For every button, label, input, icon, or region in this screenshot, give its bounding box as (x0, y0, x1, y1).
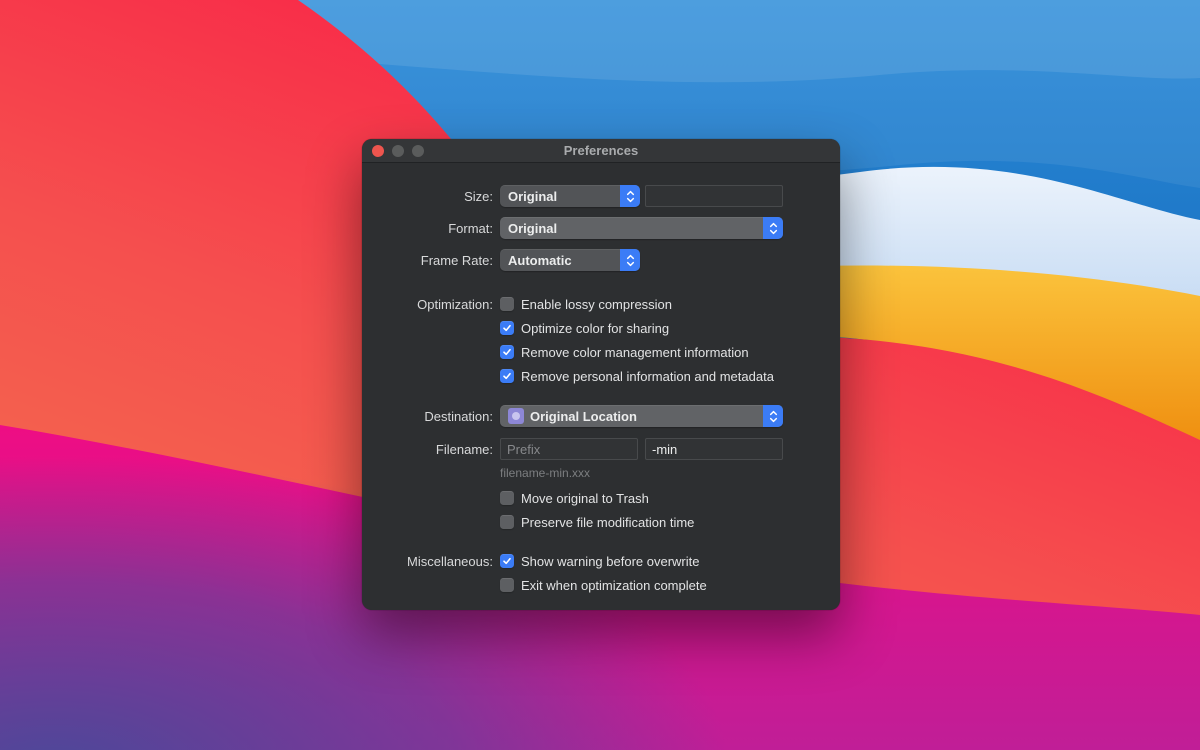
checkbox-label: Remove personal information and metadata (521, 369, 774, 384)
format-popup-value: Original (508, 221, 557, 236)
optimization-label: Optimization: (362, 297, 493, 312)
checkbox[interactable] (500, 345, 514, 359)
checkbox-remove-personal-info[interactable]: Remove personal information and metadata (362, 364, 840, 388)
size-value-field[interactable] (645, 185, 783, 207)
checkbox-preserve-modification-time[interactable]: Preserve file modification time (362, 510, 840, 534)
popup-arrows-icon (763, 217, 783, 239)
checkbox-label: Remove color management information (521, 345, 749, 360)
size-row: Size: Original (362, 185, 840, 207)
destination-popup-value: Original Location (530, 409, 637, 424)
checkbox-enable-lossy-compression[interactable]: Optimization: Enable lossy compression (362, 292, 840, 316)
checkbox-exit-when-complete[interactable]: Exit when optimization complete (362, 573, 840, 597)
checkbox-show-warning-before-overwrite[interactable]: Miscellaneous: Show warning before overw… (362, 549, 840, 573)
close-button[interactable] (372, 145, 384, 157)
checkbox[interactable] (500, 297, 514, 311)
filename-example-text: filename-min.xxx (500, 466, 590, 480)
preferences-window: Preferences Size: Original Format: Origi… (362, 139, 840, 610)
checkbox-label: Move original to Trash (521, 491, 649, 506)
popup-arrows-icon (763, 405, 783, 427)
miscellaneous-label: Miscellaneous: (362, 554, 493, 569)
filename-suffix-field[interactable] (645, 438, 783, 460)
size-label: Size: (362, 189, 493, 204)
checkbox-label: Exit when optimization complete (521, 578, 707, 593)
checkbox-remove-color-management[interactable]: Remove color management information (362, 340, 840, 364)
minimize-button[interactable] (392, 145, 404, 157)
format-popup[interactable]: Original (500, 217, 783, 239)
filename-prefix-field[interactable] (500, 438, 638, 460)
filename-label: Filename: (362, 442, 493, 457)
popup-arrows-icon (620, 185, 640, 207)
destination-label: Destination: (362, 409, 493, 424)
destination-row: Destination: Original Location (362, 405, 840, 427)
checkbox[interactable] (500, 578, 514, 592)
checkbox-label: Optimize color for sharing (521, 321, 669, 336)
size-popup[interactable]: Original (500, 185, 640, 207)
frame-rate-popup-value: Automatic (508, 253, 572, 268)
checkbox[interactable] (500, 369, 514, 383)
destination-popup[interactable]: Original Location (500, 405, 783, 427)
checkbox[interactable] (500, 554, 514, 568)
original-location-icon (508, 408, 524, 424)
zoom-button[interactable] (412, 145, 424, 157)
checkbox-label: Preserve file modification time (521, 515, 694, 530)
checkbox[interactable] (500, 515, 514, 529)
format-label: Format: (362, 221, 493, 236)
traffic-lights (372, 139, 424, 162)
window-title: Preferences (564, 143, 638, 158)
checkbox-optimize-color-for-sharing[interactable]: Optimize color for sharing (362, 316, 840, 340)
checkbox-label: Enable lossy compression (521, 297, 672, 312)
title-bar[interactable]: Preferences (362, 139, 840, 163)
frame-rate-popup[interactable]: Automatic (500, 249, 640, 271)
preferences-content: Size: Original Format: Original (362, 163, 840, 597)
filename-row: Filename: (362, 438, 840, 460)
checkbox-label: Show warning before overwrite (521, 554, 699, 569)
checkbox[interactable] (500, 321, 514, 335)
checkbox[interactable] (500, 491, 514, 505)
filename-helper-row: filename-min.xxx (362, 466, 840, 480)
frame-rate-row: Frame Rate: Automatic (362, 249, 840, 271)
size-popup-value: Original (508, 189, 557, 204)
frame-rate-label: Frame Rate: (362, 253, 493, 268)
checkbox-move-original-to-trash[interactable]: Move original to Trash (362, 486, 840, 510)
desktop: Preferences Size: Original Format: Origi… (0, 0, 1200, 750)
format-row: Format: Original (362, 217, 840, 239)
popup-arrows-icon (620, 249, 640, 271)
